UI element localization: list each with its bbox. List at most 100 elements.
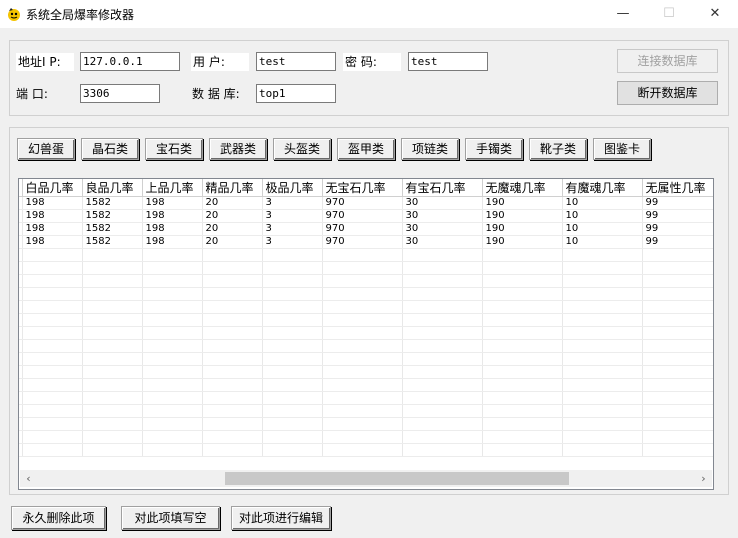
table-cell[interactable] xyxy=(562,339,643,353)
connect-database-button[interactable]: 连接数据库 xyxy=(617,49,718,73)
table-cell[interactable] xyxy=(142,300,203,314)
table-cell[interactable] xyxy=(402,417,483,431)
category-button-boots[interactable]: 靴子类 xyxy=(529,138,587,160)
column-header[interactable]: 极品几率 xyxy=(262,179,323,197)
table-cell[interactable] xyxy=(262,430,323,444)
empty-row[interactable] xyxy=(19,365,713,379)
table-cell[interactable] xyxy=(142,404,203,418)
table-cell[interactable]: 20 xyxy=(202,196,263,210)
table-cell[interactable] xyxy=(402,404,483,418)
table-cell[interactable] xyxy=(562,443,643,457)
column-header[interactable]: 无宝石几率 xyxy=(322,179,403,197)
empty-row[interactable] xyxy=(19,391,713,405)
table-cell[interactable] xyxy=(482,326,563,340)
table-cell[interactable] xyxy=(82,261,143,275)
table-cell[interactable] xyxy=(142,261,203,275)
table-cell[interactable] xyxy=(82,287,143,301)
table-cell[interactable] xyxy=(322,417,403,431)
table-cell[interactable] xyxy=(642,339,713,353)
table-cell[interactable] xyxy=(402,443,483,457)
table-cell[interactable] xyxy=(82,417,143,431)
table-cell[interactable] xyxy=(82,313,143,327)
table-cell[interactable] xyxy=(482,430,563,444)
table-cell[interactable] xyxy=(642,300,713,314)
table-cell[interactable] xyxy=(82,274,143,288)
empty-row[interactable] xyxy=(19,417,713,431)
user-field[interactable]: test xyxy=(256,52,336,71)
table-cell[interactable] xyxy=(482,404,563,418)
table-cell[interactable] xyxy=(322,404,403,418)
table-cell[interactable] xyxy=(142,378,203,392)
column-header[interactable]: 精品几率 xyxy=(202,179,263,197)
table-cell[interactable] xyxy=(82,391,143,405)
clear-item-button[interactable]: 对此项填写空 xyxy=(121,506,220,530)
table-cell[interactable] xyxy=(22,404,83,418)
table-cell[interactable] xyxy=(262,365,323,379)
table-cell[interactable] xyxy=(642,391,713,405)
table-cell[interactable] xyxy=(642,365,713,379)
table-cell[interactable] xyxy=(82,378,143,392)
table-cell[interactable]: 970 xyxy=(322,222,403,236)
table-cell[interactable]: 198 xyxy=(22,235,83,249)
table-cell[interactable] xyxy=(22,430,83,444)
table-cell[interactable] xyxy=(322,339,403,353)
table-cell[interactable] xyxy=(482,365,563,379)
table-cell[interactable]: 190 xyxy=(482,209,563,223)
table-cell[interactable] xyxy=(642,378,713,392)
table-cell[interactable] xyxy=(262,274,323,288)
table-cell[interactable]: 970 xyxy=(322,196,403,210)
table-cell[interactable] xyxy=(262,352,323,366)
table-cell[interactable] xyxy=(322,352,403,366)
category-button-codex-card[interactable]: 图鉴卡 xyxy=(593,138,651,160)
table-cell[interactable] xyxy=(482,339,563,353)
column-header[interactable]: 有魔魂几率 xyxy=(562,179,643,197)
table-cell[interactable] xyxy=(202,248,263,262)
table-row[interactable]: 198 1582 198 20 3 970 30 190 10 99 xyxy=(19,209,713,223)
table-cell[interactable]: 3 xyxy=(262,196,323,210)
close-button[interactable]: ✕ xyxy=(692,0,738,28)
port-field[interactable]: 3306 xyxy=(80,84,160,103)
table-cell[interactable] xyxy=(482,378,563,392)
table-cell[interactable] xyxy=(482,248,563,262)
table-cell[interactable]: 198 xyxy=(22,209,83,223)
table-cell[interactable] xyxy=(482,300,563,314)
table-cell[interactable] xyxy=(482,261,563,275)
table-cell[interactable] xyxy=(322,365,403,379)
table-cell[interactable] xyxy=(642,248,713,262)
delete-item-button[interactable]: 永久删除此项 xyxy=(11,506,106,530)
horizontal-scrollbar[interactable]: ‹ › xyxy=(20,470,712,487)
table-cell[interactable]: 30 xyxy=(402,222,483,236)
table-cell[interactable]: 1582 xyxy=(82,209,143,223)
table-cell[interactable] xyxy=(82,248,143,262)
table-cell[interactable]: 20 xyxy=(202,222,263,236)
table-cell[interactable] xyxy=(402,365,483,379)
empty-row[interactable] xyxy=(19,352,713,366)
table-cell[interactable] xyxy=(322,274,403,288)
table-cell[interactable] xyxy=(82,352,143,366)
table-cell[interactable] xyxy=(142,352,203,366)
table-cell[interactable] xyxy=(402,378,483,392)
table-cell[interactable] xyxy=(402,391,483,405)
table-cell[interactable] xyxy=(142,365,203,379)
category-button-armor[interactable]: 盔甲类 xyxy=(337,138,395,160)
table-cell[interactable] xyxy=(202,352,263,366)
table-cell[interactable]: 198 xyxy=(142,222,203,236)
table-cell[interactable] xyxy=(482,391,563,405)
table-cell[interactable] xyxy=(402,248,483,262)
category-button-necklace[interactable]: 项链类 xyxy=(401,138,459,160)
table-cell[interactable] xyxy=(322,443,403,457)
table-row[interactable]: 198 1582 198 20 3 970 30 190 10 99 xyxy=(19,196,713,210)
table-cell[interactable] xyxy=(562,248,643,262)
table-cell[interactable] xyxy=(262,417,323,431)
column-header[interactable]: 上品几率 xyxy=(142,179,203,197)
table-cell[interactable]: 99 xyxy=(642,235,713,249)
table-cell[interactable] xyxy=(562,404,643,418)
table-cell[interactable]: 20 xyxy=(202,209,263,223)
table-cell[interactable] xyxy=(202,274,263,288)
table-cell[interactable] xyxy=(202,261,263,275)
table-cell[interactable] xyxy=(22,391,83,405)
table-cell[interactable] xyxy=(82,339,143,353)
table-cell[interactable] xyxy=(402,261,483,275)
table-cell[interactable] xyxy=(22,339,83,353)
empty-row[interactable] xyxy=(19,248,713,262)
